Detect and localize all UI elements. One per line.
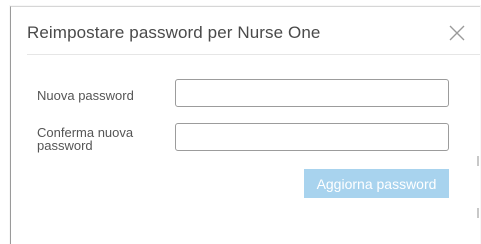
- close-button[interactable]: [448, 24, 466, 42]
- close-icon: [449, 25, 465, 41]
- dialog-header: Reimpostare password per Nurse One: [11, 7, 480, 54]
- new-password-label: Nuova password: [37, 88, 134, 103]
- confirm-password-field[interactable]: [175, 123, 449, 151]
- right-edge-divider: [477, 208, 479, 218]
- header-divider: [27, 54, 480, 55]
- new-password-field[interactable]: [175, 79, 449, 107]
- right-edge-divider: [477, 156, 479, 166]
- update-password-button[interactable]: Aggiorna password: [304, 169, 449, 198]
- confirm-password-label: Conferma nuova password: [37, 125, 134, 153]
- dialog-title: Reimpostare password per Nurse One: [27, 23, 321, 42]
- reset-password-dialog: Reimpostare password per Nurse One Nuova…: [10, 6, 480, 244]
